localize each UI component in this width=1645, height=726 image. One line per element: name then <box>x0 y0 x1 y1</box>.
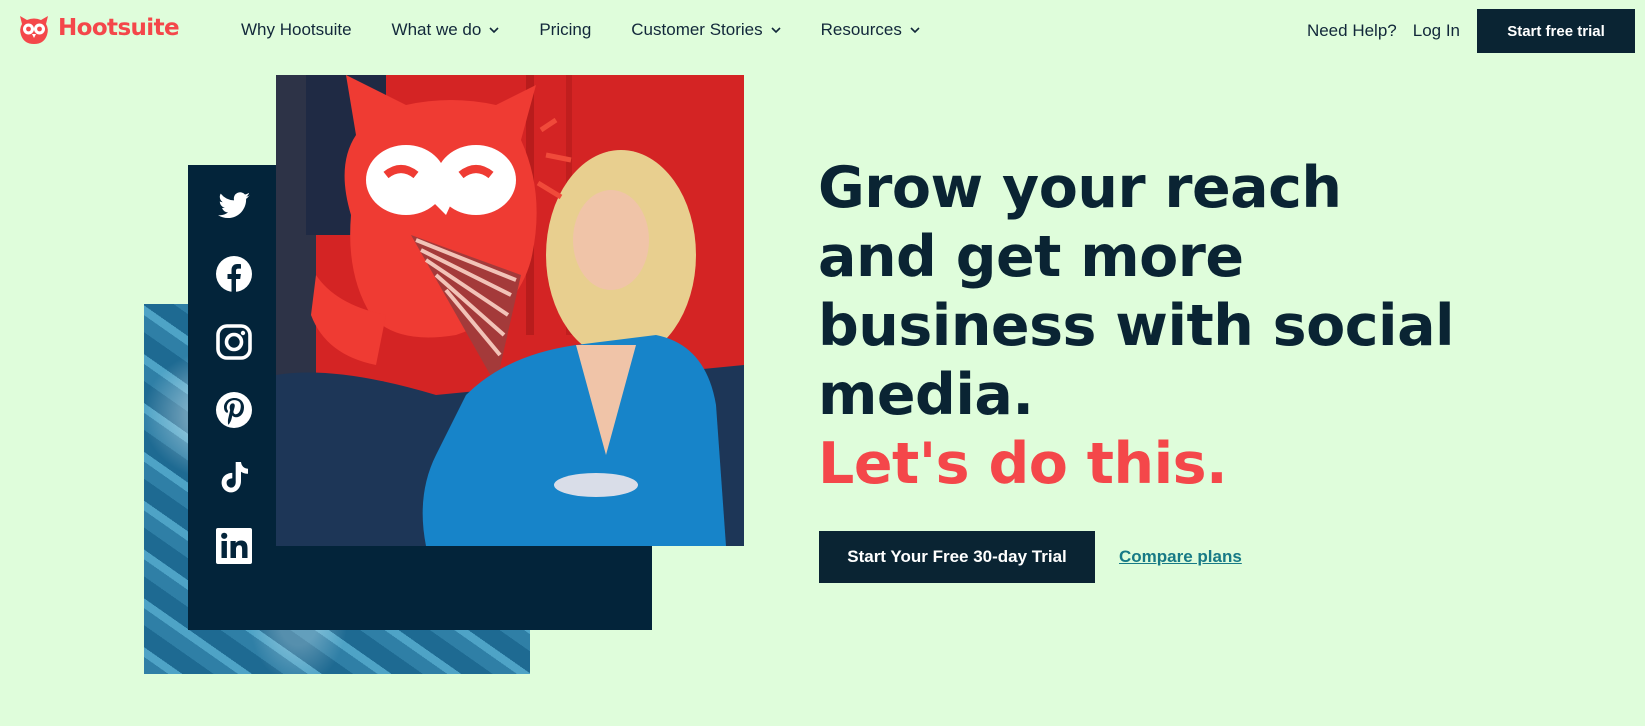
login-link[interactable]: Log In <box>1413 21 1460 41</box>
start-free-trial-button[interactable]: Start free trial <box>1477 9 1635 53</box>
headline-line: business with social <box>818 293 1455 359</box>
need-help-link[interactable]: Need Help? <box>1307 21 1397 41</box>
hero-photo-owl-and-woman <box>276 75 744 546</box>
hero-collage <box>0 0 760 726</box>
pinterest-icon <box>216 392 252 428</box>
headline-line: Grow your reach <box>818 155 1342 221</box>
hero-section: Grow your reach and get more business wi… <box>818 154 1618 499</box>
instagram-icon <box>216 324 252 360</box>
linkedin-icon <box>216 528 252 564</box>
social-icons-column <box>206 186 262 566</box>
nav-actions: Need Help? Log In Start free trial <box>1307 9 1645 53</box>
owl-mascot-illustration <box>276 75 744 546</box>
tiktok-icon <box>221 462 248 493</box>
hero-headline: Grow your reach and get more business wi… <box>818 154 1618 499</box>
facebook-icon <box>216 256 252 292</box>
nav-item-label: Resources <box>820 20 902 39</box>
start-30-day-trial-button[interactable]: Start Your Free 30-day Trial <box>819 531 1095 583</box>
nav-item-resources[interactable]: Resources <box>821 18 920 42</box>
headline-line: media. <box>818 362 1034 428</box>
compare-plans-link[interactable]: Compare plans <box>1119 547 1242 567</box>
chevron-down-icon <box>771 26 781 33</box>
headline-line: and get more <box>818 224 1244 290</box>
hero-cta-row: Start Your Free 30-day Trial Compare pla… <box>819 531 1242 583</box>
chevron-down-icon <box>910 26 920 33</box>
headline-accent: Let's do this. <box>818 431 1228 497</box>
twitter-icon <box>218 192 250 218</box>
